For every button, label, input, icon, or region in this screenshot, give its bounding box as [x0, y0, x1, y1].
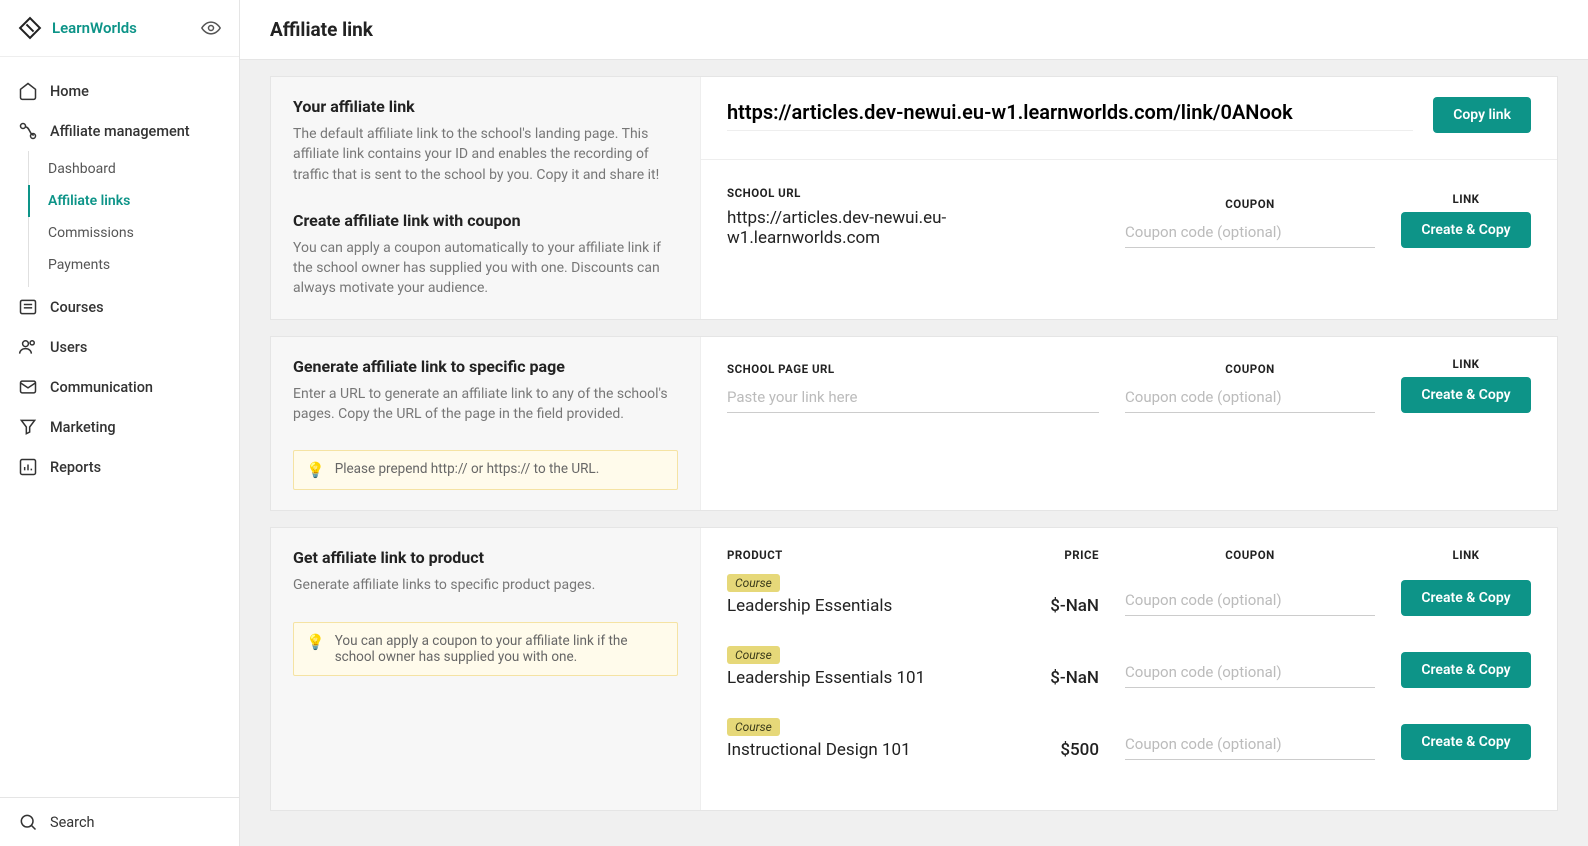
coupon-label: COUPON [1125, 362, 1375, 376]
nav-affiliate-management[interactable]: Affiliate management [0, 111, 239, 151]
product-row: Course Leadership Essentials 101 $-NaN C… [727, 646, 1531, 688]
page-url-label: SCHOOL PAGE URL [727, 362, 1099, 376]
link-header: LINK [1452, 548, 1479, 562]
create-copy-button[interactable]: Create & Copy [1401, 724, 1530, 760]
product-name: Leadership Essentials [727, 596, 993, 616]
coupon-header: COUPON [1125, 548, 1375, 562]
nav-communication[interactable]: Communication [0, 367, 239, 407]
preview-eye-icon[interactable] [201, 18, 221, 38]
create-copy-button[interactable]: Create & Copy [1401, 377, 1530, 413]
coupon-input[interactable] [1125, 729, 1375, 760]
product-price: $-NaN [1019, 596, 1099, 616]
section-title: Your affiliate link [293, 97, 678, 116]
nav-label: Courses [50, 299, 104, 316]
card-specific-page: Generate affiliate link to specific page… [270, 336, 1558, 512]
mail-icon [18, 377, 38, 397]
school-url-value: https://articles.dev-newui.eu-w1.learnwo… [727, 206, 1099, 248]
card-right: PRODUCT PRICE COUPON LINK Course Leaders… [701, 528, 1557, 810]
affiliate-link-value: https://articles.dev-newui.eu-w1.learnwo… [727, 100, 1413, 131]
tip-text: Please prepend http:// or https:// to th… [335, 461, 600, 477]
product-row: Course Instructional Design 101 $500 Cre… [727, 718, 1531, 760]
tip-box: 💡 Please prepend http:// or https:// to … [293, 450, 678, 490]
section-desc: The default affiliate link to the school… [293, 124, 678, 185]
section-desc: You can apply a coupon automatically to … [293, 238, 678, 299]
product-price: $-NaN [1019, 668, 1099, 688]
subnav-dashboard[interactable]: Dashboard [28, 153, 239, 185]
divider [701, 159, 1557, 160]
search-icon [18, 812, 38, 832]
card-product-links: Get affiliate link to product Generate a… [270, 527, 1558, 811]
sidebar-nav: Home Affiliate management Dashboard Affi… [0, 57, 239, 797]
sidebar-search[interactable]: Search [0, 797, 239, 846]
nav-reports[interactable]: Reports [0, 447, 239, 487]
section-title: Create affiliate link with coupon [293, 211, 678, 230]
product-row: Course Leadership Essentials $-NaN Creat… [727, 574, 1531, 616]
lightbulb-icon: 💡 [306, 633, 325, 651]
sidebar-header: LearnWorlds [0, 0, 239, 57]
product-badge: Course [727, 646, 780, 664]
product-badge: Course [727, 718, 780, 736]
page-header: Affiliate link [240, 0, 1588, 60]
sidebar: LearnWorlds Home Affiliate management Da… [0, 0, 240, 846]
copy-link-button[interactable]: Copy link [1433, 97, 1531, 133]
reports-icon [18, 457, 38, 477]
coupon-input[interactable] [1125, 217, 1375, 248]
link-label: LINK [1452, 192, 1479, 206]
product-name: Instructional Design 101 [727, 740, 993, 760]
section-title: Generate affiliate link to specific page [293, 357, 678, 376]
card-affiliate-link: Your affiliate link The default affiliat… [270, 76, 1558, 320]
card-right: https://articles.dev-newui.eu-w1.learnwo… [701, 77, 1557, 319]
coupon-input[interactable] [1125, 657, 1375, 688]
affiliate-icon [18, 121, 38, 141]
nav-home[interactable]: Home [0, 71, 239, 111]
product-price: $500 [1019, 740, 1099, 760]
nav-label: Search [50, 814, 95, 831]
product-header: PRODUCT [727, 548, 993, 562]
section-desc: Enter a URL to generate an affiliate lin… [293, 384, 678, 425]
nav-label: Affiliate management [50, 123, 190, 140]
nav-label: Marketing [50, 419, 116, 436]
create-copy-button[interactable]: Create & Copy [1401, 212, 1530, 248]
nav-label: Users [50, 339, 87, 356]
logo-icon [18, 16, 42, 40]
lightbulb-icon: 💡 [306, 461, 325, 479]
link-label: LINK [1452, 357, 1479, 371]
card-left: Get affiliate link to product Generate a… [271, 528, 701, 810]
nav-marketing[interactable]: Marketing [0, 407, 239, 447]
subnav-affiliate-links[interactable]: Affiliate links [28, 185, 239, 217]
create-copy-button[interactable]: Create & Copy [1401, 580, 1530, 616]
card-right: SCHOOL PAGE URL COUPON LINK Create & Cop… [701, 337, 1557, 511]
affiliate-subnav: Dashboard Affiliate links Commissions Pa… [28, 151, 239, 287]
school-url-label: SCHOOL URL [727, 186, 1099, 200]
home-icon [18, 81, 38, 101]
nav-label: Reports [50, 459, 101, 476]
nav-label: Communication [50, 379, 153, 396]
section-title: Get affiliate link to product [293, 548, 678, 567]
funnel-icon [18, 417, 38, 437]
nav-users[interactable]: Users [0, 327, 239, 367]
price-header: PRICE [1019, 548, 1099, 562]
create-copy-button[interactable]: Create & Copy [1401, 652, 1530, 688]
nav-label: Home [50, 83, 89, 100]
subnav-payments[interactable]: Payments [28, 249, 239, 281]
card-left: Your affiliate link The default affiliat… [271, 77, 701, 319]
page-url-input[interactable] [727, 382, 1099, 413]
tip-box: 💡 You can apply a coupon to your affilia… [293, 622, 678, 676]
product-badge: Course [727, 574, 780, 592]
content: Your affiliate link The default affiliat… [240, 60, 1588, 846]
main: Affiliate link Your affiliate link The d… [240, 0, 1588, 846]
brand-name[interactable]: LearnWorlds [52, 19, 137, 37]
tip-text: You can apply a coupon to your affiliate… [335, 633, 665, 665]
section-desc: Generate affiliate links to specific pro… [293, 575, 678, 595]
users-icon [18, 337, 38, 357]
page-title: Affiliate link [270, 18, 1558, 41]
coupon-label: COUPON [1125, 197, 1375, 211]
card-left: Generate affiliate link to specific page… [271, 337, 701, 511]
coupon-input[interactable] [1125, 585, 1375, 616]
nav-courses[interactable]: Courses [0, 287, 239, 327]
product-name: Leadership Essentials 101 [727, 668, 993, 688]
subnav-commissions[interactable]: Commissions [28, 217, 239, 249]
courses-icon [18, 297, 38, 317]
coupon-input[interactable] [1125, 382, 1375, 413]
